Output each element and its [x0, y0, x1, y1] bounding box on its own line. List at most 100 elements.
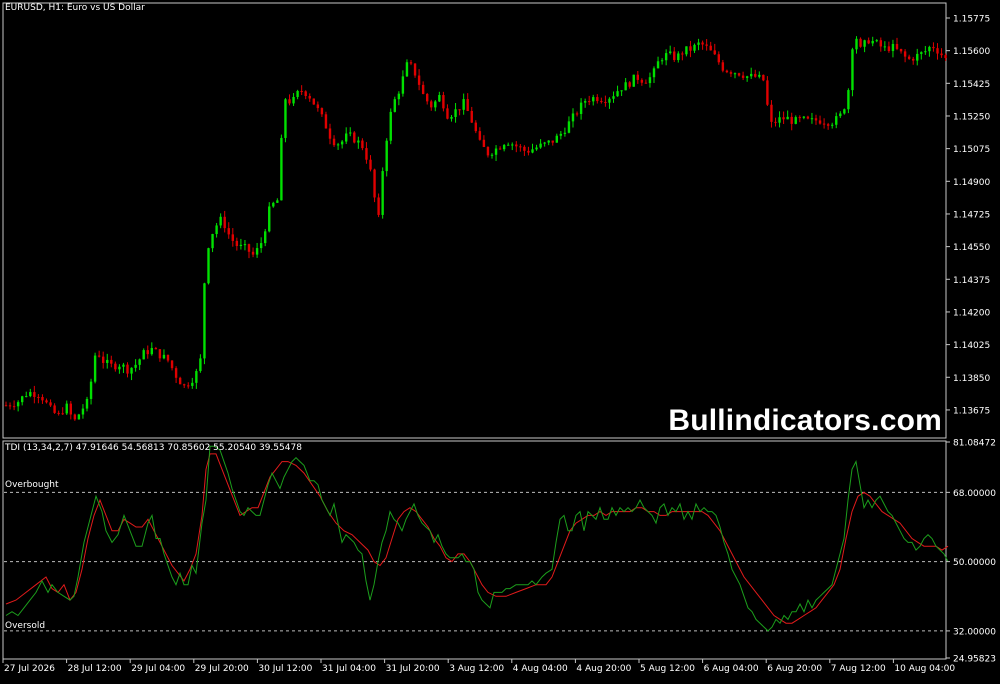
candle-body — [685, 46, 688, 55]
candle-body — [247, 244, 251, 252]
candle-body — [863, 40, 866, 47]
candle-body — [507, 144, 510, 146]
candle-body — [575, 113, 579, 115]
price-tick-label: 1.13675 — [953, 406, 990, 416]
candle-body — [284, 99, 287, 138]
candle-body — [191, 382, 194, 386]
candle-body — [709, 45, 712, 51]
time-tick-label: 10 Aug 04:00 — [894, 664, 955, 674]
candle-body — [114, 363, 117, 370]
candle-body — [818, 120, 822, 124]
candle-body — [798, 117, 801, 119]
time-tick-label: 3 Aug 12:00 — [449, 664, 504, 674]
candle-body — [875, 40, 878, 42]
candle-body — [559, 133, 563, 136]
candle-body — [826, 124, 830, 126]
candle-body — [45, 400, 48, 403]
candle-body — [215, 225, 218, 235]
price-tick-label: 1.14375 — [953, 276, 990, 286]
candle-body — [41, 397, 44, 401]
candle-body — [336, 144, 340, 146]
candle-body — [903, 51, 907, 57]
candle-body — [592, 97, 595, 102]
candle-body — [762, 74, 765, 81]
candle-body — [745, 76, 749, 78]
candle-body — [16, 402, 20, 407]
candle-body — [531, 149, 534, 153]
candle-body — [138, 359, 141, 365]
candle-body — [65, 403, 68, 414]
time-tick-label: 4 Aug 20:00 — [576, 664, 631, 674]
candle-body — [110, 359, 113, 364]
candle-body — [689, 46, 692, 51]
candle-body — [644, 82, 648, 84]
candle-body — [835, 116, 838, 125]
candle-body — [353, 132, 356, 143]
candle-body — [130, 367, 133, 374]
price-pane-border — [2, 2, 947, 439]
candle-body — [272, 202, 275, 207]
candle-body — [754, 73, 757, 77]
chart-canvas[interactable]: 1.15775 1.15600 1.15425 1.15250 1.15075 1.149… — [0, 0, 1000, 680]
candle-body — [219, 216, 222, 226]
candle-body — [628, 82, 631, 87]
price-axis: 1.15775 1.15600 1.15425 1.15250 1.15075 1.149… — [946, 14, 990, 416]
candle-body — [928, 46, 931, 52]
candle-body — [332, 138, 336, 146]
candle-body — [741, 75, 745, 78]
time-tick-label: 7 Aug 12:00 — [831, 664, 886, 674]
candle-body — [912, 58, 915, 61]
tdi-pane-border — [2, 440, 947, 660]
price-tick-label: 1.15250 — [953, 112, 990, 122]
candle-body — [146, 350, 149, 355]
candle-body — [300, 90, 303, 92]
candle-body — [640, 79, 644, 83]
mt5-chart-window[interactable]: 1.15775 1.15600 1.15425 1.15250 1.15075 1.149… — [0, 0, 1000, 680]
candle-body — [29, 392, 32, 397]
candle-body — [268, 206, 271, 232]
candle-body — [49, 402, 52, 406]
candle-body — [154, 348, 158, 350]
candle-body — [519, 146, 522, 148]
candle-body — [664, 53, 668, 61]
candle-body — [932, 46, 935, 49]
candle-body — [264, 231, 267, 244]
candle-body — [393, 99, 396, 112]
candle-body — [178, 377, 182, 385]
candle-body — [717, 54, 720, 63]
time-tick-label: 31 Jul 04:00 — [322, 664, 376, 674]
candle-body — [158, 349, 162, 359]
candle-body — [442, 95, 445, 109]
overbought-label: Overbought — [5, 480, 59, 490]
candle-body — [770, 104, 773, 122]
candle-body — [758, 74, 761, 77]
candle-body — [324, 114, 328, 129]
candle-body — [150, 348, 153, 355]
time-tick-label: 29 Jul 04:00 — [131, 664, 185, 674]
price-pane[interactable]: 1.15775 1.15600 1.15425 1.15250 1.15075 1.149… — [2, 2, 990, 439]
candle-body — [235, 240, 239, 246]
candle-body — [280, 137, 283, 201]
candle-body — [308, 95, 311, 99]
candle-body — [37, 396, 40, 398]
tdi-pane[interactable]: 81.08472 68.00000 50.00000 32.00000 24.95823 — [2, 439, 996, 665]
candle-body — [251, 251, 255, 255]
candle-body — [122, 364, 125, 367]
candle-body — [417, 75, 421, 85]
candle-body — [583, 101, 587, 103]
candle-body — [389, 111, 392, 141]
candle-body — [170, 360, 174, 369]
candle-body — [458, 109, 461, 111]
candle-body — [543, 142, 546, 144]
price-tick-label: 1.15075 — [953, 145, 990, 155]
candle-body — [466, 99, 469, 111]
candle-body — [936, 48, 939, 54]
price-tick-label: 1.15600 — [953, 47, 990, 57]
candle-body — [567, 121, 571, 133]
candle-body — [162, 354, 166, 359]
candle-body — [243, 244, 247, 246]
candle-body — [470, 110, 473, 123]
candle-body — [737, 73, 741, 76]
price-tick-label: 1.15425 — [953, 80, 990, 90]
candle-body — [203, 283, 206, 359]
